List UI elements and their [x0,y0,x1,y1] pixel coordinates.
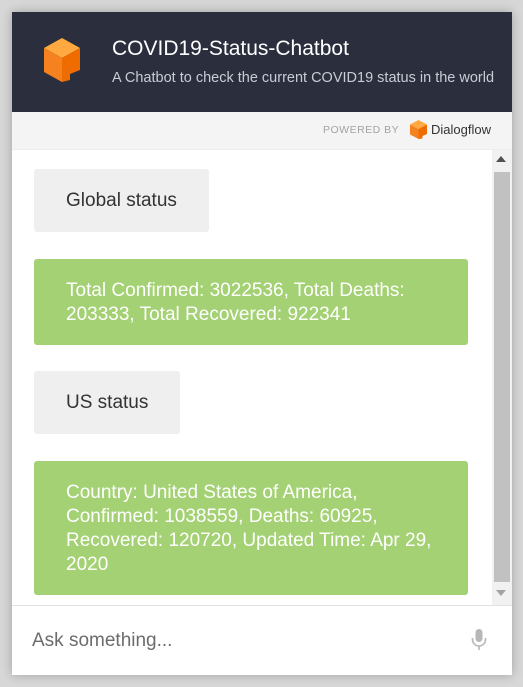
dialogflow-cube-icon [44,38,80,82]
powered-by-label: POWERED BY [323,124,400,136]
scroll-up-arrow-icon[interactable] [496,156,506,162]
powered-by-bar: POWERED BY Dialogflow [12,112,512,150]
scroll-down-arrow-icon[interactable] [496,590,506,596]
user-message: Global status [34,169,209,232]
dialogflow-brand-name[interactable]: Dialogflow [431,122,491,137]
chat-header: COVID19-Status-Chatbot A Chatbot to chec… [12,12,512,112]
ask-input[interactable] [30,624,454,658]
dialogflow-logo-icon [410,120,427,139]
input-bar [12,605,512,675]
user-message: US status [34,371,181,434]
chat-window: COVID19-Status-Chatbot A Chatbot to chec… [12,12,512,675]
scrollbar-thumb[interactable] [494,172,510,582]
microphone-icon[interactable] [471,629,487,651]
message-scrollbar[interactable] [492,150,512,605]
bot-message: Country: United States of America, Confi… [34,461,468,595]
chat-subtitle: A Chatbot to check the current COVID19 s… [112,70,495,86]
message-list[interactable]: Global status Total Confirmed: 3022536, … [12,150,492,605]
chat-title: COVID19-Status-Chatbot [112,37,349,60]
bot-message: Total Confirmed: 3022536, Total Deaths: … [34,259,468,345]
